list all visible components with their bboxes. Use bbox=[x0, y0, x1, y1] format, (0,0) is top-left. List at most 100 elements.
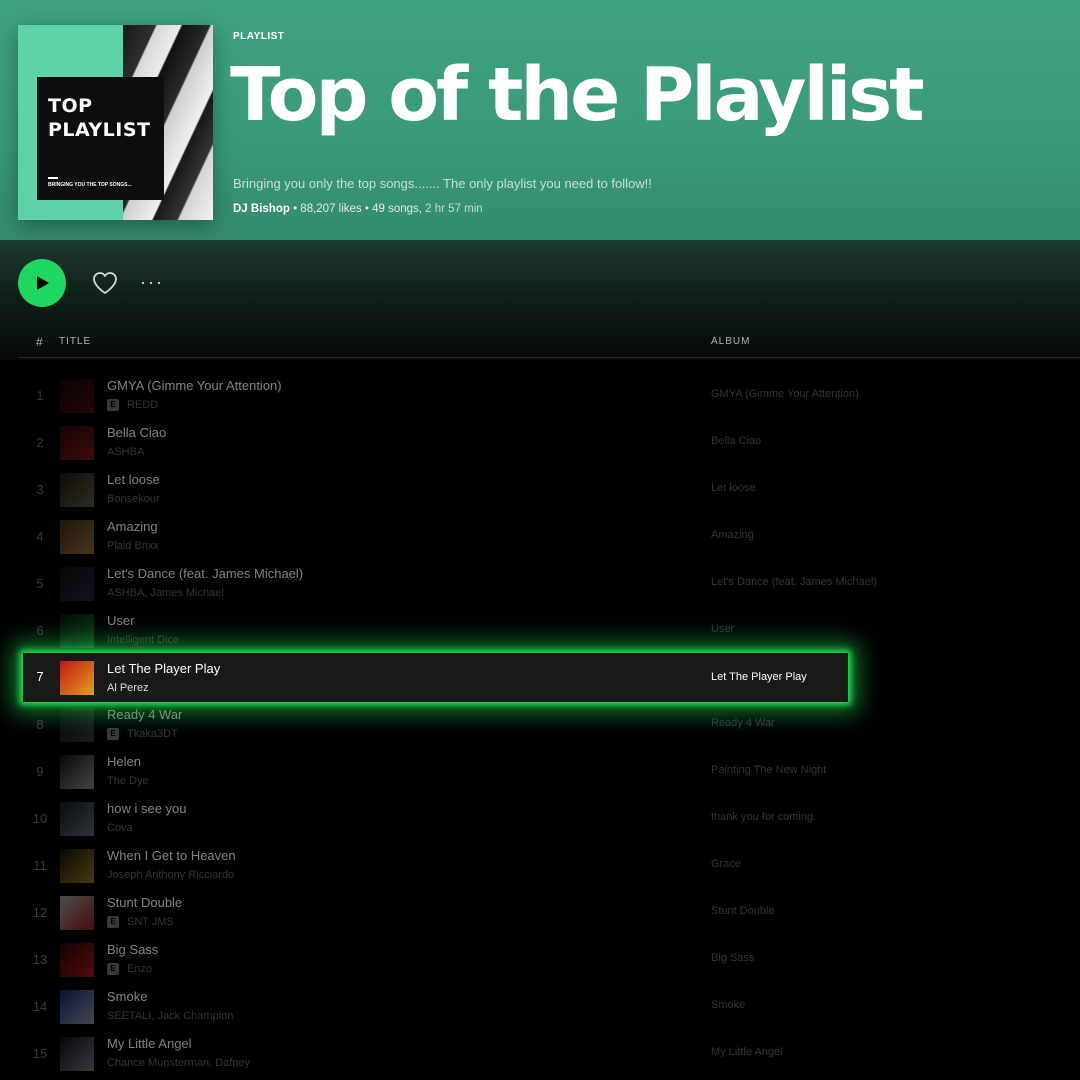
track-album[interactable]: My Little Angel bbox=[711, 1046, 783, 1058]
track-row[interactable]: 13 Big Sass E Enzo Big Sass bbox=[0, 936, 1080, 983]
track-title[interactable]: Ready 4 War bbox=[107, 707, 182, 722]
track-title[interactable]: Helen bbox=[107, 754, 141, 769]
track-album[interactable]: thank you for coming. bbox=[711, 811, 816, 823]
track-artist-line: E REDD bbox=[107, 399, 158, 411]
track-album[interactable]: Bella Ciao bbox=[711, 435, 761, 447]
track-album[interactable]: User bbox=[711, 623, 734, 635]
track-title[interactable]: Smoke bbox=[107, 989, 147, 1004]
track-album-art[interactable] bbox=[60, 990, 94, 1024]
track-title[interactable]: User bbox=[107, 613, 134, 628]
track-album-art[interactable] bbox=[60, 896, 94, 930]
track-album[interactable]: Amazing bbox=[711, 529, 754, 541]
track-album-art[interactable] bbox=[60, 426, 94, 460]
track-album-art[interactable] bbox=[60, 755, 94, 789]
track-album-art[interactable] bbox=[60, 849, 94, 883]
track-album-art[interactable] bbox=[60, 520, 94, 554]
playlist-meta: DJ Bishop • 88,207 likes • 49 songs, 2 h… bbox=[233, 203, 483, 215]
track-title[interactable]: how i see you bbox=[107, 801, 187, 816]
track-artist-line: E Tkaka3DT bbox=[107, 728, 178, 740]
track-album[interactable]: Smoke bbox=[711, 999, 745, 1011]
track-album[interactable]: Big Sass bbox=[711, 952, 754, 964]
track-artist[interactable]: Al Perez bbox=[107, 682, 149, 694]
track-row[interactable]: 11 When I Get to Heaven Joseph Anthony Ric… bbox=[0, 842, 1080, 889]
track-row[interactable]: 3 Let loose Bonsekour Let loose bbox=[0, 466, 1080, 513]
track-title[interactable]: My Little Angel bbox=[107, 1036, 192, 1051]
track-album-art[interactable] bbox=[60, 661, 94, 695]
track-artist[interactable]: Bonsekour bbox=[107, 493, 160, 505]
track-row[interactable]: 2 Bella Ciao ASHBA Bella Ciao bbox=[0, 419, 1080, 466]
track-album[interactable]: Let's Dance (feat. James Michael) bbox=[711, 576, 877, 588]
track-artist[interactable]: SEETALI, Jack Champion bbox=[107, 1010, 233, 1022]
track-artist-line: Bonsekour bbox=[107, 493, 160, 505]
track-title[interactable]: Amazing bbox=[107, 519, 158, 534]
track-number: 13 bbox=[32, 952, 48, 967]
track-album[interactable]: Painting The New Night bbox=[711, 764, 826, 776]
track-row[interactable]: 5 Let's Dance (feat. James Michael) ASHBA,… bbox=[0, 560, 1080, 607]
track-artist[interactable]: Intelligent Dice bbox=[107, 634, 179, 646]
track-title[interactable]: Let's Dance (feat. James Michael) bbox=[107, 566, 303, 581]
track-artist[interactable]: Plaid Brixx bbox=[107, 540, 159, 552]
track-title[interactable]: GMYA (Gimme Your Attention) bbox=[107, 378, 282, 393]
track-title[interactable]: Bella Ciao bbox=[107, 425, 166, 440]
track-artist[interactable]: Cova bbox=[107, 822, 133, 834]
track-artist[interactable]: REDD bbox=[127, 399, 158, 411]
track-artist[interactable]: The Dye bbox=[107, 775, 149, 787]
play-button[interactable] bbox=[18, 259, 66, 307]
playlist-title: Top of the Playlist bbox=[230, 52, 925, 138]
track-row[interactable]: 12 Stunt Double E SNT JMS Stunt Double bbox=[0, 889, 1080, 936]
track-album-art[interactable] bbox=[60, 614, 94, 648]
cover-title-line2: PLAYLIST bbox=[48, 119, 151, 141]
track-album-art[interactable] bbox=[60, 708, 94, 742]
track-row[interactable]: 4 Amazing Plaid Brixx Amazing bbox=[0, 513, 1080, 560]
track-album-art[interactable] bbox=[60, 943, 94, 977]
track-artist-line: ASHBA, James Michael bbox=[107, 587, 224, 599]
like-button[interactable] bbox=[91, 269, 119, 297]
play-icon bbox=[37, 276, 49, 290]
track-artist-line: Plaid Brixx bbox=[107, 540, 159, 552]
track-album[interactable]: Let The Player Play bbox=[711, 671, 807, 683]
track-album[interactable]: Let loose bbox=[711, 482, 756, 494]
track-album[interactable]: Grace bbox=[711, 858, 741, 870]
more-options-button[interactable]: ··· bbox=[139, 272, 165, 294]
track-album-art[interactable] bbox=[60, 379, 94, 413]
track-artist-line: E SNT JMS bbox=[107, 916, 174, 928]
track-title[interactable]: Let The Player Play bbox=[107, 661, 220, 676]
track-number: 7 bbox=[36, 669, 44, 684]
column-header-title[interactable]: TITLE bbox=[59, 336, 91, 347]
track-album-art[interactable] bbox=[60, 1037, 94, 1071]
track-album[interactable]: GMYA (Gimme Your Attention) bbox=[711, 388, 859, 400]
track-artist[interactable]: ASHBA, James Michael bbox=[107, 587, 224, 599]
track-row[interactable]: 10 how i see you Cova thank you for coming. bbox=[0, 795, 1080, 842]
track-album-art[interactable] bbox=[60, 567, 94, 601]
track-artist[interactable]: SNT JMS bbox=[127, 916, 174, 928]
track-title[interactable]: Let loose bbox=[107, 472, 160, 487]
track-row[interactable]: 8 Ready 4 War E Tkaka3DT Ready 4 War bbox=[0, 701, 1080, 748]
track-album-art[interactable] bbox=[60, 473, 94, 507]
track-artist-line: The Dye bbox=[107, 775, 149, 787]
track-row[interactable]: 9 Helen The Dye Painting The New Night bbox=[0, 748, 1080, 795]
track-row[interactable]: 1 GMYA (Gimme Your Attention) E REDD GMYA (G… bbox=[0, 372, 1080, 419]
track-number: 5 bbox=[36, 576, 44, 591]
track-album[interactable]: Ready 4 War bbox=[711, 717, 775, 729]
track-number: 1 bbox=[36, 388, 44, 403]
track-artist-line: ASHBA bbox=[107, 446, 144, 458]
playlist-cover-art[interactable]: TOP PLAYLIST BRINGING YOU THE TOP SONGS.… bbox=[18, 25, 213, 220]
track-title[interactable]: Stunt Double bbox=[107, 895, 182, 910]
track-artist[interactable]: Enzo bbox=[127, 963, 152, 975]
track-title[interactable]: Big Sass bbox=[107, 942, 158, 957]
track-album-art[interactable] bbox=[60, 802, 94, 836]
track-row[interactable]: 14 Smoke SEETALI, Jack Champion Smoke bbox=[0, 983, 1080, 1030]
track-artist[interactable]: Tkaka3DT bbox=[127, 728, 178, 740]
track-row[interactable]: 15 My Little Angel Chance Munsterman, Dafn… bbox=[0, 1030, 1080, 1077]
track-album[interactable]: Stunt Double bbox=[711, 905, 775, 917]
playlist-owner-link[interactable]: DJ Bishop bbox=[233, 203, 290, 215]
track-artist[interactable]: ASHBA bbox=[107, 446, 144, 458]
track-artist-line: SEETALI, Jack Champion bbox=[107, 1010, 233, 1022]
track-artist[interactable]: Joseph Anthony Ricciardo bbox=[107, 869, 234, 881]
track-row[interactable]: 6 User Intelligent Dice User bbox=[0, 607, 1080, 654]
track-number: 10 bbox=[32, 811, 48, 826]
track-row[interactable]: 7 Let The Player Play Al Perez Let The Play… bbox=[23, 653, 848, 702]
track-title[interactable]: When I Get to Heaven bbox=[107, 848, 236, 863]
column-header-album[interactable]: ALBUM bbox=[711, 336, 750, 347]
track-artist[interactable]: Chance Munsterman, Dafney bbox=[107, 1057, 250, 1069]
